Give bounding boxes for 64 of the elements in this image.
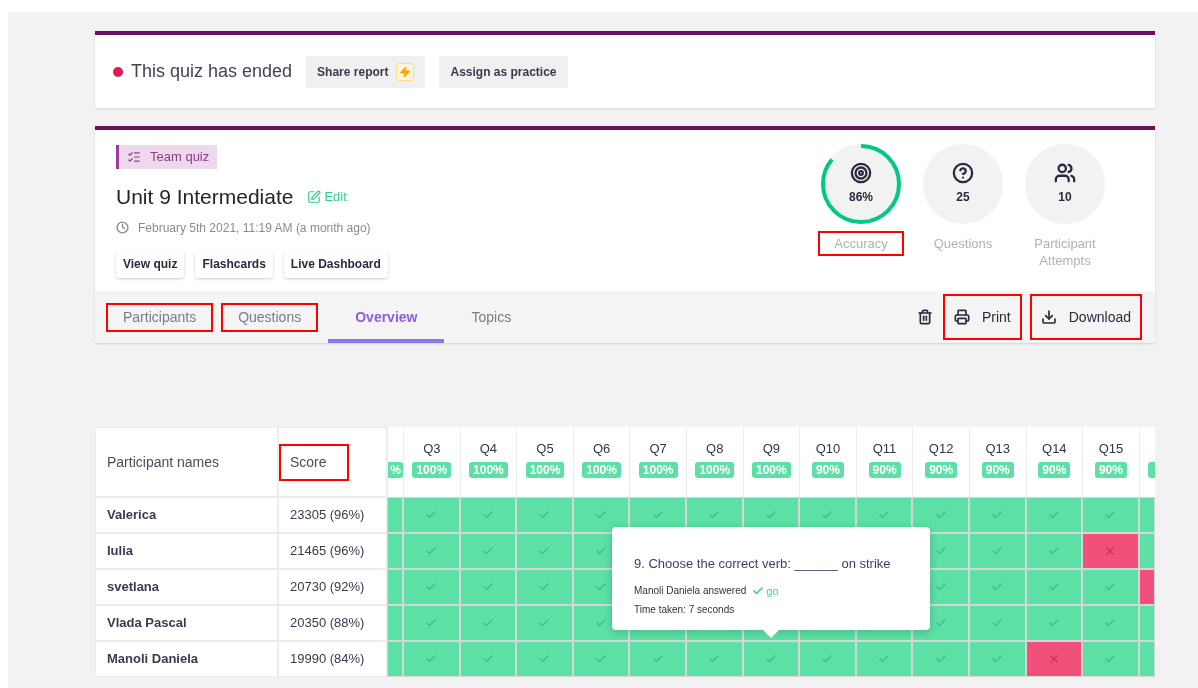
column-header: Participant names bbox=[107, 452, 220, 472]
percent-badge: 100% bbox=[695, 462, 735, 478]
percent-badge: 100% bbox=[752, 462, 791, 478]
score-text: 19990 (84%) bbox=[290, 650, 365, 669]
participant-name: Manoli Daniela bbox=[107, 650, 199, 669]
percent-badge: 100% bbox=[582, 462, 621, 478]
participant-name: svetlana bbox=[107, 578, 160, 597]
percent-badge: 90% bbox=[981, 462, 1014, 478]
question-header: Q6 bbox=[592, 440, 611, 455]
tab[interactable]: Questions bbox=[223, 291, 317, 343]
percent-badge: 90% bbox=[811, 462, 844, 478]
stat-value: 86% bbox=[849, 189, 873, 206]
tooltip-answer-label: Manoli Daniela answered bbox=[634, 584, 747, 599]
tab[interactable]: Topics bbox=[456, 291, 527, 343]
score-text: 23305 (96%) bbox=[290, 506, 365, 525]
quiz-action-button[interactable]: Live Dashboard bbox=[283, 250, 388, 278]
question-header: Q3 bbox=[423, 440, 441, 455]
question-header: Q4 bbox=[479, 440, 498, 455]
stat-value: 25 bbox=[956, 189, 970, 206]
score-text: 21465 (96%) bbox=[290, 542, 365, 561]
stat-label: Questions bbox=[932, 235, 994, 253]
participant-name: Valerica bbox=[107, 506, 157, 525]
score-text: 20350 (88%) bbox=[290, 614, 365, 633]
share-report-button[interactable]: Share report bbox=[306, 55, 426, 88]
question-header: Q15 bbox=[1098, 440, 1124, 455]
stat-value: 10 bbox=[1058, 189, 1072, 206]
tab[interactable]: Participants bbox=[108, 291, 212, 343]
stat-label: Participant Attempts bbox=[1033, 235, 1097, 270]
quiz-action-button[interactable]: Flashcards bbox=[195, 250, 273, 278]
quiz-title: Unit 9 Intermediate bbox=[116, 184, 294, 210]
assign-button[interactable]: Assign as practice bbox=[439, 55, 568, 88]
percent-badge: 100% bbox=[469, 462, 508, 478]
question-header: Q8 bbox=[706, 440, 724, 455]
question-header: Q13 bbox=[985, 440, 1010, 455]
print-button[interactable]: Print bbox=[944, 296, 1020, 338]
percent-badge: 90% bbox=[1038, 462, 1071, 478]
tag-label: Team quiz bbox=[150, 148, 210, 167]
score-text: 20730 (92%) bbox=[290, 578, 365, 597]
question-header: Q5 bbox=[536, 440, 554, 455]
question-header: Q11 bbox=[872, 440, 897, 455]
stat-label: Accuracy bbox=[820, 233, 902, 254]
participant-name: Iulia bbox=[107, 542, 133, 561]
tab[interactable]: Overview bbox=[328, 291, 445, 343]
tooltip-time: Time taken: 7 seconds bbox=[634, 603, 736, 617]
percent-badge: 100% bbox=[638, 462, 678, 478]
percent-badge: 90% bbox=[1094, 462, 1127, 478]
quiz-date: February 5th 2021, 11:19 AM (a month ago) bbox=[138, 219, 371, 237]
percent-badge: 100% bbox=[525, 462, 565, 478]
tooltip-answer: go bbox=[766, 583, 779, 599]
quiz-action-button[interactable]: View quiz bbox=[116, 250, 185, 278]
question-header: Q9 bbox=[762, 440, 781, 455]
question-header: Q14 bbox=[1042, 440, 1067, 455]
status-text: This quiz has ended bbox=[131, 60, 293, 83]
percent-badge: 100% bbox=[412, 462, 452, 478]
tooltip-question: 9. Choose the correct verb: ______ on strike bbox=[634, 555, 892, 573]
download-button[interactable]: Download bbox=[1031, 296, 1140, 338]
question-header: Q10 bbox=[815, 440, 841, 455]
question-header: Q7 bbox=[649, 440, 667, 455]
column-header: Score bbox=[281, 445, 347, 479]
question-header: Q12 bbox=[928, 440, 954, 455]
percent-badge: 90% bbox=[925, 462, 958, 478]
percent-badge: 90% bbox=[868, 462, 901, 478]
percent-badge: % bbox=[388, 462, 403, 478]
participant-name: Vlada Pascal bbox=[107, 614, 187, 633]
